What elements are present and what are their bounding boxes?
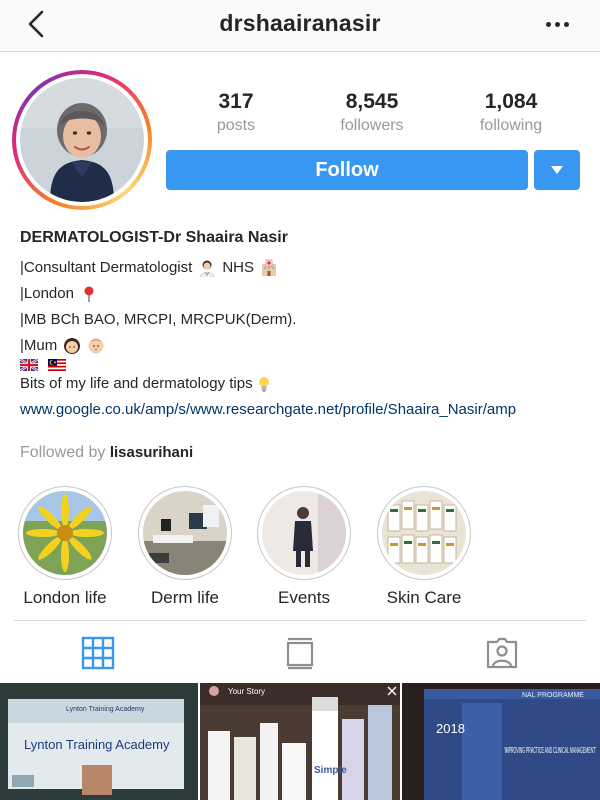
post-thumbnail[interactable]: NAL PROGRAMME 2018 'IMPROVING PRACTICE A… <box>402 683 600 800</box>
profile-full-name: DERMATOLOGIST-Dr Shaaira Nasir <box>20 229 288 246</box>
posts-count: 317 posts <box>171 90 301 137</box>
list-icon <box>286 637 314 670</box>
lightbulb-icon <box>258 377 269 392</box>
highlight-skin-care[interactable]: Skin Care <box>374 486 474 608</box>
bio-line-flags <box>20 359 590 371</box>
tab-grid[interactable] <box>78 633 118 673</box>
bio-line-qualifications: |MB BCh BAO, MRCPI, MRCPUK(Derm). <box>20 307 590 333</box>
following-count[interactable]: 1,084 following <box>446 90 576 137</box>
bio-qualifications-text: |MB BCh BAO, MRCPI, MRCPUK(Derm). <box>20 311 297 328</box>
bio-tagline-text: Bits of my life and dermatology tips <box>20 375 253 392</box>
bio-line-tagline: Bits of my life and dermatology tips <box>20 371 590 397</box>
baby-emoji-icon <box>88 338 104 354</box>
highlight-skin-care-image <box>382 491 466 575</box>
top-bar: drshaairanasir <box>0 0 600 52</box>
profile-bio: DERMATOLOGIST-Dr Shaaira Nasir |Consulta… <box>20 226 590 423</box>
followers-count[interactable]: 8,545 followers <box>307 90 437 137</box>
follow-button[interactable]: Follow <box>166 150 528 190</box>
followed-by[interactable]: Followed by lisasurihani <box>20 444 193 462</box>
profile-tabs <box>14 620 586 682</box>
profile-avatar-ring[interactable] <box>12 70 152 210</box>
bio-nhs-text: NHS <box>222 259 254 276</box>
post-skincare-products-image: Your Story Simple <box>200 683 400 800</box>
highlight-london-life-image <box>23 491 107 575</box>
highlight-derm-life-image <box>143 491 227 575</box>
highlight-events-image <box>262 491 346 575</box>
highlight-skin-care-label: Skin Care <box>386 588 462 607</box>
followers-count-value: 8,545 <box>345 90 399 113</box>
suggested-accounts-button[interactable] <box>534 150 580 190</box>
post-heading: NAL PROGRAMME <box>522 692 584 699</box>
highlight-london-life[interactable]: London life <box>15 486 115 608</box>
bio-role-text: |Consultant Dermatologist <box>20 259 193 276</box>
doctor-emoji-icon <box>200 260 215 277</box>
more-icon <box>545 21 551 27</box>
malaysia-flag-icon <box>48 359 66 371</box>
followed-by-username: lisasurihani <box>109 444 194 461</box>
more-options-button[interactable] <box>540 8 574 40</box>
post-thumbnail[interactable]: Lynton Training Academy Lynton Training … <box>0 683 198 800</box>
post-story-label: Your Story <box>228 687 265 696</box>
bio-website-link[interactable]: www.google.co.uk/amp/s/www.researchgate.… <box>20 397 590 423</box>
avatar <box>20 78 144 202</box>
posts-grid: Lynton Training Academy Lynton Training … <box>0 683 600 800</box>
post-title: Lynton Training Academy <box>24 737 170 752</box>
bio-line-mum: |Mum <box>20 333 590 359</box>
location-pin-icon <box>84 286 94 302</box>
tab-tagged[interactable] <box>482 633 522 673</box>
hospital-emoji-icon <box>261 259 276 276</box>
bio-mum-text: |Mum <box>20 337 58 354</box>
post-brand: Simple <box>314 765 347 776</box>
post-training-academy-image: Lynton Training Academy Lynton Training … <box>0 683 198 800</box>
highlight-events-label: Events <box>278 588 330 607</box>
posts-count-value: 317 <box>218 90 254 113</box>
post-year: 2018 <box>436 721 465 736</box>
girl-emoji-icon <box>64 338 81 354</box>
posts-count-label: posts <box>216 117 256 134</box>
tagged-person-icon <box>486 637 518 669</box>
followed-by-prefix: Followed by <box>20 444 106 461</box>
grid-icon <box>81 636 115 670</box>
post-thumbnail[interactable]: Your Story Simple <box>200 683 400 800</box>
bio-line-location: |London <box>20 281 590 307</box>
tab-feed[interactable] <box>280 633 320 673</box>
caret-down-icon <box>551 166 563 174</box>
highlight-derm-life[interactable]: Derm life <box>135 486 235 608</box>
profile-username: drshaairanasir <box>219 10 381 36</box>
highlight-events[interactable]: Events <box>254 486 354 608</box>
following-count-label: following <box>479 117 543 134</box>
followers-count-label: followers <box>340 117 404 134</box>
post-quote: 'IMPROVING PRACTICE AND CLINICAL MANAGEM… <box>504 746 596 755</box>
post-small-title: Lynton Training Academy <box>66 706 145 713</box>
bio-location-text: |London <box>20 285 74 302</box>
following-count-value: 1,084 <box>484 90 538 113</box>
bio-line-role: |Consultant Dermatologist NHS <box>20 255 590 281</box>
highlight-london-life-label: London life <box>23 588 107 607</box>
uk-flag-icon <box>20 359 38 371</box>
highlight-derm-life-label: Derm life <box>150 588 219 607</box>
post-conference-programme-image: NAL PROGRAMME 2018 'IMPROVING PRACTICE A… <box>402 683 600 800</box>
